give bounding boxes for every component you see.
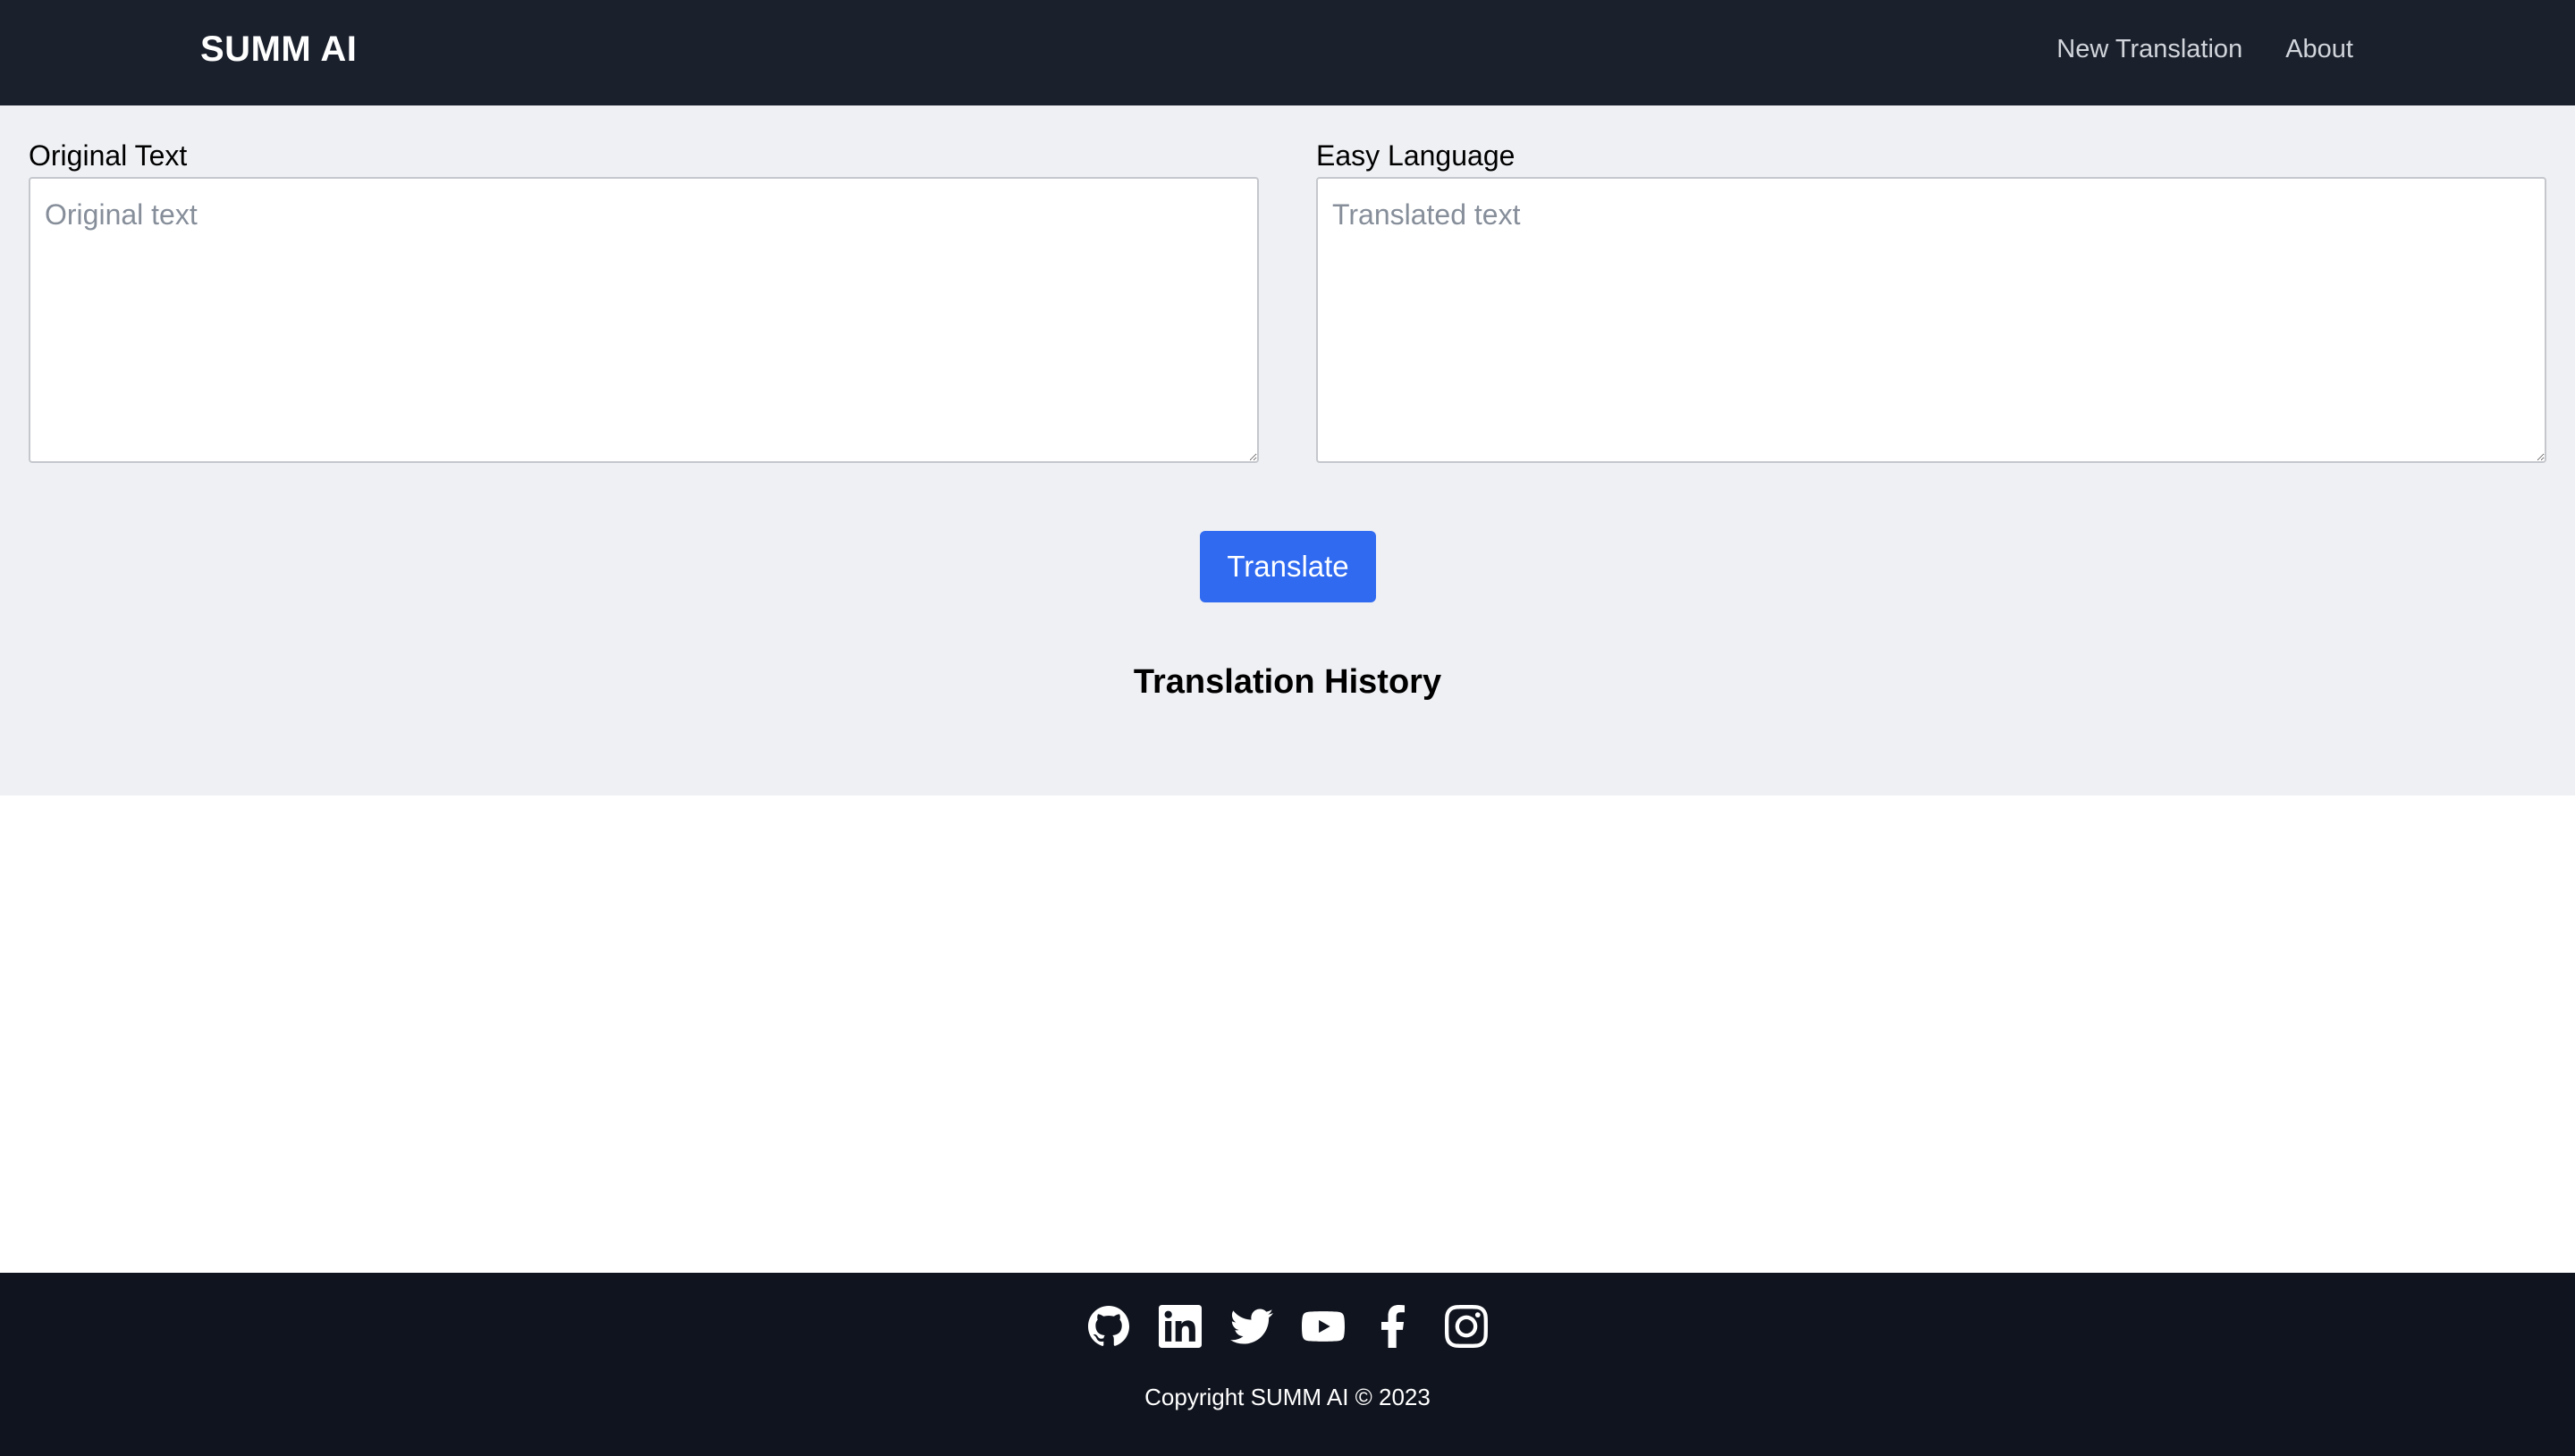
- original-text-input[interactable]: [29, 177, 1259, 463]
- translate-button[interactable]: Translate: [1200, 531, 1376, 602]
- easy-language-field: Easy Language: [1316, 138, 2546, 463]
- nav-link-about[interactable]: About: [2285, 35, 2353, 64]
- translation-history-title: Translation History: [1133, 663, 1442, 701]
- facebook-icon[interactable]: [1373, 1305, 1416, 1348]
- brand-logo[interactable]: SUMM AI: [200, 0, 357, 98]
- linkedin-icon[interactable]: [1159, 1305, 1202, 1348]
- social-links: [0, 1305, 2575, 1348]
- nav-links: New Translation About: [2056, 0, 2353, 98]
- youtube-icon[interactable]: [1302, 1305, 1345, 1348]
- translated-text-output[interactable]: [1316, 177, 2546, 463]
- navbar: SUMM AI New Translation About: [0, 0, 2575, 105]
- original-text-label: Original Text: [29, 139, 188, 172]
- copyright-text: Copyright SUMM AI © 2023: [1144, 1384, 1431, 1410]
- main-content: Original Text Easy Language Translate Tr…: [0, 105, 2575, 795]
- github-icon[interactable]: [1087, 1305, 1130, 1348]
- original-text-field: Original Text: [29, 138, 1259, 463]
- nav-link-new-translation[interactable]: New Translation: [2056, 35, 2242, 64]
- instagram-icon[interactable]: [1445, 1305, 1488, 1348]
- twitter-icon[interactable]: [1230, 1305, 1273, 1348]
- footer: Copyright SUMM AI © 2023: [0, 1273, 2575, 1456]
- easy-language-label: Easy Language: [1316, 139, 1515, 172]
